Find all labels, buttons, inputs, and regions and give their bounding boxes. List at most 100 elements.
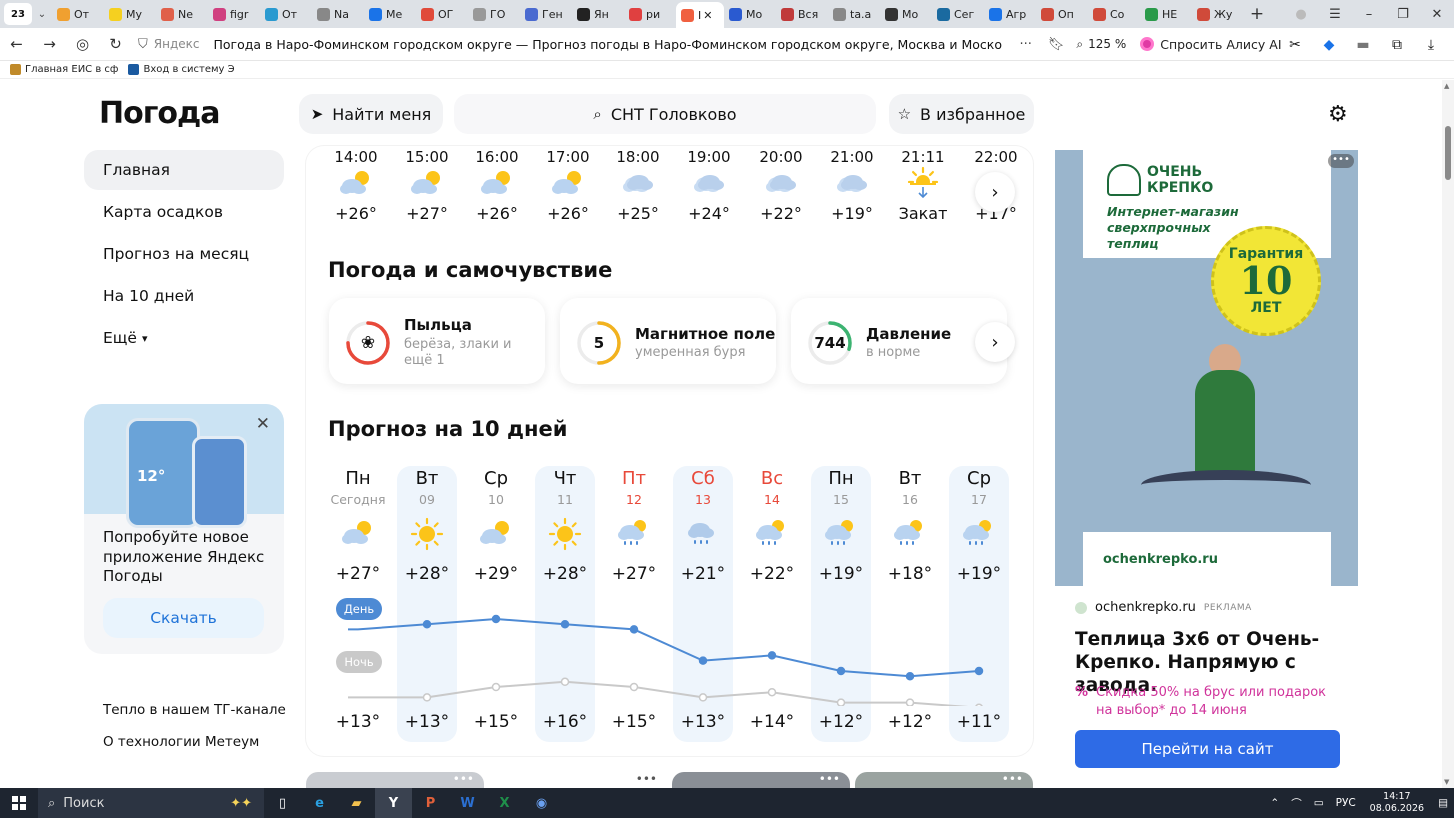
bookmark-icon[interactable]: 🔖︎ (1048, 37, 1065, 52)
browser-tab[interactable]: Ян (572, 2, 624, 26)
location-search[interactable]: ⌕ СНТ Головково (454, 94, 876, 134)
nav-item-more[interactable]: Ещё ▾ (84, 318, 284, 358)
pollen-card[interactable]: ❀ Пыльца берёза, злаки и ещё 1 (329, 298, 545, 384)
browser-tab[interactable]: Агр (984, 2, 1036, 26)
notifications-icon[interactable]: ▤ (1438, 797, 1448, 809)
edge-icon[interactable]: e (301, 788, 338, 818)
news-card[interactable]: ••• (489, 772, 667, 788)
nav-item-month[interactable]: Прогноз на месяц (84, 234, 284, 274)
more-icon[interactable]: ••• (453, 772, 474, 786)
browser-tab[interactable]: Ген (520, 2, 572, 26)
browser-tab[interactable]: НЕ (1140, 2, 1192, 26)
downloads-panel-icon[interactable]: ▬ (1346, 37, 1380, 53)
browser-tab[interactable]: Вся (776, 2, 828, 26)
more-icon[interactable]: ··· (1019, 37, 1031, 52)
tg-channel-link[interactable]: Тепло в нашем ТГ-канале (103, 702, 286, 718)
nav-item-home[interactable]: Главная (84, 150, 284, 190)
news-card[interactable]: ••• (306, 772, 484, 788)
tab-counter[interactable]: 23 (4, 3, 32, 25)
download-app-button[interactable]: Скачать (103, 598, 264, 638)
find-me-button[interactable]: ➤ Найти меня (299, 94, 443, 134)
browser-tab[interactable]: ГО (468, 2, 520, 26)
rain-sun-icon (756, 520, 784, 545)
browser-tab[interactable]: ОГ (416, 2, 468, 26)
folder-icon[interactable]: ▰ (338, 788, 375, 818)
taskbar-search[interactable]: ⌕ Поиск ✦✦ (38, 788, 264, 818)
new-tab-button[interactable]: + (1244, 4, 1270, 24)
browser-tab[interactable]: От (52, 2, 104, 26)
chevron-down-icon[interactable]: ⌄ (32, 9, 52, 20)
browser-tab[interactable]: Оп (1036, 2, 1088, 26)
page-scrollbar[interactable]: ▲ ▼ (1442, 80, 1454, 788)
close-icon[interactable]: ✕ (256, 414, 270, 434)
word-icon[interactable]: W (449, 788, 486, 818)
browser-tab[interactable]: Na (312, 2, 364, 26)
file-icon[interactable]: ▯ (264, 788, 301, 818)
cards-next-button[interactable]: › (975, 322, 1015, 362)
bookmark-item[interactable]: Главная ЕИС в сф (10, 64, 118, 75)
forward-button[interactable]: → (33, 35, 66, 53)
profile-icon[interactable]: ● (1284, 7, 1318, 22)
more-icon[interactable]: ••• (636, 772, 657, 786)
browser-tab[interactable]: Сег (932, 2, 984, 26)
news-card[interactable]: ••• (855, 772, 1033, 788)
ad-image[interactable]: ОЧЕНЬ КРЕПКО Интернет-магазин сверхпрочн… (1055, 150, 1358, 586)
zoom-indicator[interactable]: ⌕ 125 % (1076, 37, 1126, 52)
browser-tab[interactable]: Жу (1192, 2, 1244, 26)
browser-tab[interactable]: От (260, 2, 312, 26)
browser-tab[interactable]: ta.a (828, 2, 880, 26)
ad-menu-icon[interactable]: ••• (1328, 154, 1354, 168)
yandex-extension-icon[interactable]: ◆ (1312, 37, 1346, 53)
maximize-button[interactable]: ❐ (1386, 7, 1420, 22)
ad-cta-button[interactable]: Перейти на сайт (1075, 730, 1340, 768)
magnetic-card[interactable]: 5 Магнитное поле умеренная буря (560, 298, 776, 384)
browser-tab[interactable]: Мо (880, 2, 932, 26)
close-window-button[interactable]: ✕ (1420, 7, 1454, 22)
app-icon[interactable]: ◉ (523, 788, 560, 818)
powerpoint-icon[interactable]: P (412, 788, 449, 818)
browser-tab[interactable]: I ✕ (676, 2, 724, 28)
alice-button[interactable]: Спросить Алису AI (1140, 37, 1282, 52)
browser-tab[interactable]: My (104, 2, 156, 26)
nav-item-10-days[interactable]: На 10 дней (84, 276, 284, 316)
protect-icon[interactable]: ◎ (66, 35, 99, 53)
reload-button[interactable]: ↻ (99, 35, 132, 53)
nav-item-precip-map[interactable]: Карта осадков (84, 192, 284, 232)
menu-icon[interactable]: ☰ (1318, 7, 1352, 22)
yandex-browser-icon[interactable]: Y (375, 788, 412, 818)
bookmark-item[interactable]: Вход в систему Э (128, 64, 235, 75)
hour-weather (606, 166, 670, 204)
clock[interactable]: 14:17 08.06.2026 (1370, 791, 1424, 815)
ad-source[interactable]: ochenkrepko.ru РЕКЛАМА (1075, 600, 1252, 615)
news-card[interactable]: ••• (672, 772, 850, 788)
excel-icon[interactable]: X (486, 788, 523, 818)
browser-tab[interactable]: Со (1088, 2, 1140, 26)
battery-icon[interactable]: ▭ (1314, 797, 1324, 809)
scroll-down-icon[interactable]: ▼ (1444, 778, 1449, 786)
close-tab-icon[interactable]: ✕ (703, 9, 712, 22)
more-icon[interactable]: ••• (819, 772, 840, 786)
meteum-link[interactable]: О технологии Метеум (103, 734, 259, 750)
chevron-up-icon[interactable]: ⌃ (1270, 797, 1279, 809)
back-button[interactable]: ← (0, 35, 33, 53)
add-favorite-button[interactable]: ☆ В избранное (889, 94, 1034, 134)
collections-icon[interactable]: ⧉ (1380, 37, 1414, 53)
scroll-thumb[interactable] (1445, 126, 1451, 180)
hourly-next-button[interactable]: › (975, 172, 1015, 212)
browser-tab[interactable]: ри (624, 2, 676, 26)
more-icon[interactable]: ••• (1002, 772, 1023, 786)
start-button[interactable] (0, 796, 38, 810)
browser-tab[interactable]: Ne (156, 2, 208, 26)
url-field[interactable]: ⛉ Яндекс Погода в Наро-Фоминском городск… (138, 28, 1003, 61)
network-icon[interactable]: ⌒ (1291, 796, 1302, 811)
language-indicator[interactable]: РУС (1336, 797, 1356, 809)
download-icon[interactable]: ⤓ (1414, 37, 1448, 53)
browser-tab[interactable]: Ме (364, 2, 416, 26)
site-logo[interactable]: Погода (99, 96, 220, 131)
extension-icon[interactable]: ✂ (1278, 37, 1312, 53)
gear-icon[interactable]: ⚙ (1328, 102, 1348, 127)
minimize-button[interactable]: – (1352, 7, 1386, 22)
browser-tab[interactable]: Мо (724, 2, 776, 26)
scroll-up-icon[interactable]: ▲ (1444, 82, 1449, 90)
browser-tab[interactable]: figr (208, 2, 260, 26)
